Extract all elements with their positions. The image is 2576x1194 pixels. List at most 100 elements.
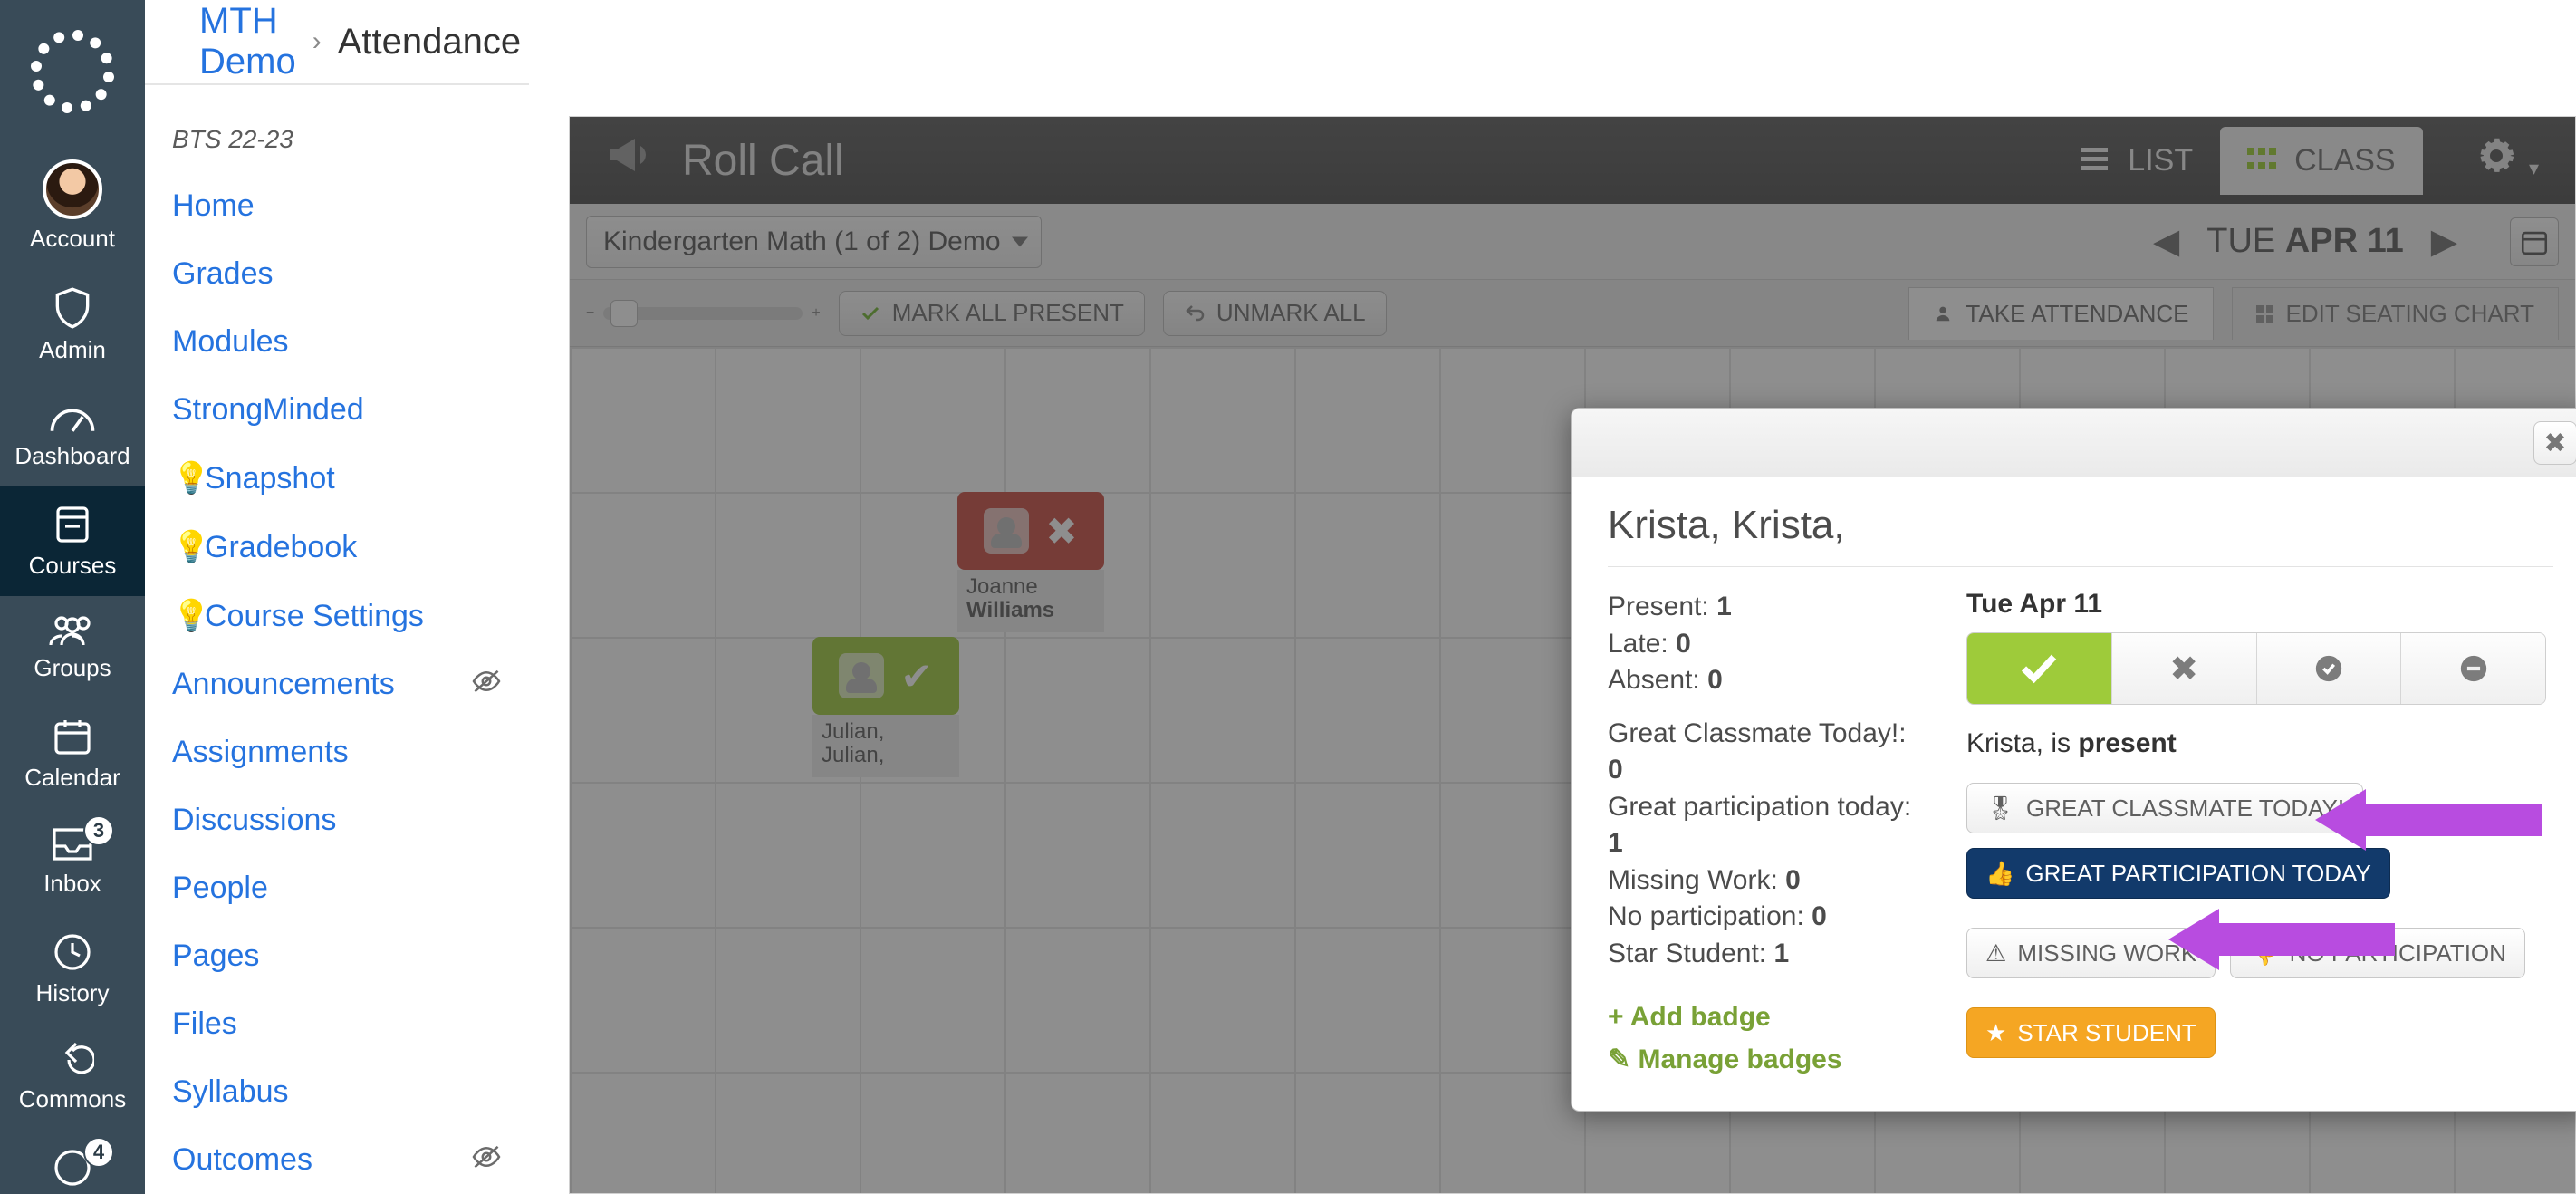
stat-label: Star Student: (1608, 939, 1766, 968)
manage-badges-link[interactable]: ✎ Manage badges (1608, 1042, 1930, 1079)
stat-label: Late: (1608, 629, 1668, 659)
nav-grades[interactable]: Grades (145, 240, 529, 308)
eye-off-icon (471, 667, 502, 702)
nav-modules[interactable]: Modules (145, 308, 529, 376)
rollcall-toolbar-date: Kindergarten Math (1 of 2) Demo ◀ TUE AP… (570, 204, 2575, 280)
section-selected: Kindergarten Math (1 of 2) Demo (603, 226, 1001, 257)
nav-files[interactable]: Files (145, 990, 529, 1058)
avatar-icon (43, 159, 102, 219)
grid-small-icon (2256, 305, 2273, 323)
stat-value: 1 (1773, 939, 1789, 968)
seat-card[interactable]: ✖ Joanne Williams (957, 492, 1104, 632)
shield-icon (50, 285, 95, 331)
nav-announcements[interactable]: Announcements (145, 650, 529, 718)
nav-discussions[interactable]: Discussions (145, 786, 529, 854)
date-nav: ◀ TUE APR 11 ▶ (2153, 217, 2559, 266)
presence-name: Krista, (1966, 728, 2043, 758)
warning-icon: ⚠ (1985, 939, 2006, 968)
nav-syllabus[interactable]: Syllabus (145, 1058, 529, 1126)
person-icon (984, 508, 1029, 554)
rail-dashboard[interactable]: Dashboard (0, 380, 145, 486)
book-icon (51, 503, 94, 546)
nav-label: StrongMinded (172, 392, 364, 428)
rail-commons[interactable]: Commons (0, 1024, 145, 1130)
nav-strongminded[interactable]: StrongMinded (145, 376, 529, 444)
date-picker-button[interactable] (2510, 217, 2559, 266)
rail-account[interactable]: Account (0, 143, 145, 269)
modal-header: ✖ (1572, 409, 2576, 477)
seat-caption: Julian, Julian, (812, 715, 959, 777)
nav-course-settings[interactable]: 💡Course Settings (145, 582, 529, 650)
add-badge-link[interactable]: + Add badge (1608, 999, 1930, 1036)
zoom-minus-icon[interactable]: − (586, 305, 594, 322)
nav-people[interactable]: People (145, 854, 529, 922)
rail-courses[interactable]: Courses (0, 486, 145, 596)
rail-label: Account (30, 225, 115, 253)
status-excused-button[interactable] (2400, 633, 2545, 704)
rail-calendar[interactable]: Calendar (0, 698, 145, 808)
status-present-button[interactable] (1967, 633, 2111, 704)
attendance-stats: Present: 1 Late: 0 Absent: 0 Great Class… (1608, 589, 1930, 1078)
date-prev-button[interactable]: ◀ (2153, 221, 2179, 262)
top-bar: MTH Demo › Attendance (145, 0, 529, 85)
global-nav-rail: Account Admin Dashboard Courses Groups C… (0, 0, 145, 1194)
nav-label: People (172, 871, 268, 906)
nav-label: Files (172, 1006, 237, 1042)
rail-label: Calendar (24, 764, 120, 792)
status-late-button[interactable] (2256, 633, 2401, 704)
stat-value: 0 (1676, 629, 1691, 659)
date-next-button[interactable]: ▶ (2431, 221, 2457, 262)
rail-history[interactable]: History (0, 914, 145, 1024)
nav-pages[interactable]: Pages (145, 922, 529, 990)
star-icon: ★ (1985, 1019, 2006, 1047)
nav-home[interactable]: Home (145, 172, 529, 240)
nav-label: Home (172, 188, 255, 224)
seat-card[interactable]: ✔ Julian, Julian, (812, 637, 959, 777)
presence-sentence: Krista, is present (1966, 728, 2553, 759)
rollcall-toolbar-actions: − + MARK ALL PRESENT UNMARK ALL TAKE ATT… (570, 280, 2575, 347)
unmark-all-button[interactable]: UNMARK ALL (1163, 291, 1387, 336)
close-button[interactable]: ✖ (2533, 421, 2576, 465)
seat-status-absent: ✖ (957, 492, 1104, 570)
section-dropdown[interactable]: Kindergarten Math (1 of 2) Demo (586, 216, 1042, 268)
presence-mid: is (2043, 728, 2078, 758)
zoom-thumb[interactable] (610, 300, 638, 327)
gear-icon[interactable]: ▾ (2477, 136, 2539, 186)
rail-admin[interactable]: Admin (0, 269, 145, 380)
nav-label: Pages (172, 939, 259, 974)
nav-outcomes[interactable]: Outcomes (145, 1126, 529, 1194)
seat-first: Joanne (966, 575, 1095, 599)
course-nav-panel: MTH Demo › Attendance BTS 22-23 Home Gra… (145, 0, 529, 1194)
stat-label: Present: (1608, 592, 1709, 621)
breadcrumb-course[interactable]: MTH Demo (199, 1, 296, 82)
nav-gradebook[interactable]: 💡Gradebook (145, 513, 529, 582)
nav-snapshot[interactable]: 💡Snapshot (145, 444, 529, 513)
stat-label: Great Classmate Today!: (1608, 718, 1907, 748)
eye-off-icon (471, 1142, 502, 1178)
seat-caption: Joanne Williams (957, 570, 1104, 632)
zoom-track[interactable] (603, 307, 803, 320)
mark-all-present-button[interactable]: MARK ALL PRESENT (839, 291, 1145, 336)
badge-label: GREAT CLASSMATE TODAY! (2026, 794, 2344, 823)
zoom-slider[interactable]: − + (586, 305, 821, 322)
rail-groups[interactable]: Groups (0, 596, 145, 698)
view-list-button[interactable]: LIST (2053, 127, 2220, 195)
status-absent-button[interactable]: ✖ (2111, 633, 2256, 704)
view-class-button[interactable]: CLASS (2220, 127, 2423, 195)
stat-value: 0 (1812, 901, 1827, 931)
tab-take-attendance[interactable]: TAKE ATTENDANCE (1908, 287, 2213, 340)
rail-inbox[interactable]: 3 Inbox (0, 808, 145, 914)
nav-label: Assignments (172, 735, 349, 770)
badge-great-participation[interactable]: 👍GREAT PARTICIPATION TODAY (1966, 848, 2390, 899)
app-logo[interactable] (0, 0, 145, 143)
badge-great-classmate[interactable]: 🎖GREAT CLASSMATE TODAY! (1966, 783, 2363, 833)
seat-last: Julian, (822, 744, 950, 767)
zoom-plus-icon[interactable]: + (812, 305, 820, 322)
tab-edit-seating[interactable]: EDIT SEATING CHART (2232, 287, 2560, 340)
rail-help[interactable]: 4 (0, 1130, 145, 1189)
rail-label: Courses (29, 552, 117, 580)
grid-icon (2247, 148, 2280, 173)
badge-star-student[interactable]: ★STAR STUDENT (1966, 1007, 2216, 1058)
thumbs-up-icon: 👍 (1985, 860, 2014, 888)
nav-assignments[interactable]: Assignments (145, 718, 529, 786)
